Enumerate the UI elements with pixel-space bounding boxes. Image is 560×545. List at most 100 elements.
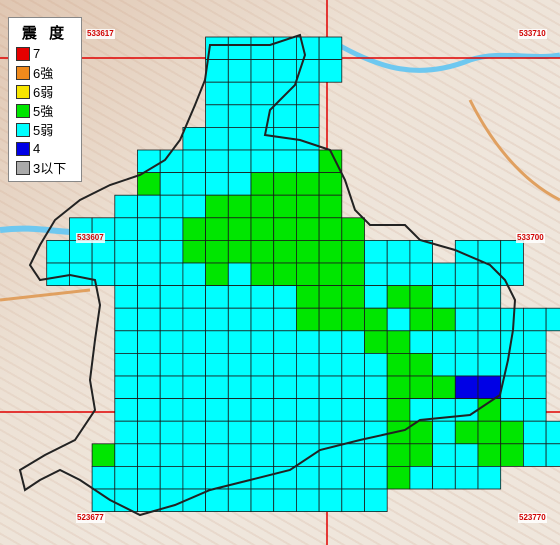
- grid-cell: [137, 217, 161, 241]
- grid-cell: [295, 172, 320, 196]
- grid-cell: [273, 443, 297, 467]
- grid-cell: [318, 352, 343, 377]
- grid-cell: [341, 285, 365, 309]
- grid-cell: [432, 352, 456, 377]
- grid-cell: [523, 375, 547, 400]
- grid-cell: [91, 443, 116, 467]
- grid-cell: [227, 149, 252, 174]
- grid-cell: [273, 59, 297, 83]
- grid-cell: [159, 465, 184, 490]
- grid-cell: [386, 465, 411, 490]
- grid-cell: [295, 375, 320, 400]
- grid-cell: [227, 375, 252, 400]
- grid-cell: [250, 398, 275, 422]
- grid-cell: [432, 307, 456, 332]
- grid-cell: [454, 330, 479, 354]
- grid-cell: [159, 285, 184, 309]
- grid-cell: [477, 330, 502, 354]
- grid-cell: [273, 262, 297, 287]
- grid-cell: [273, 172, 297, 196]
- grid-cell: [409, 398, 433, 422]
- grid-cell: [182, 465, 206, 490]
- grid-cell: [182, 285, 206, 309]
- grid-cell: [205, 375, 229, 400]
- grid-cell: [477, 262, 502, 287]
- grid-cell: [273, 488, 297, 513]
- grid-cell: [432, 285, 456, 309]
- grid-cell: [250, 217, 275, 241]
- grid-cell: [295, 330, 320, 354]
- grid-cell: [386, 375, 411, 400]
- grid-cell: [182, 262, 206, 287]
- grid-cell: [159, 262, 184, 287]
- grid-cell: [159, 420, 184, 445]
- grid-cell: [205, 217, 229, 241]
- grid-cell: [341, 262, 365, 287]
- grid-cell: [454, 398, 479, 422]
- legend-swatch: [16, 141, 30, 156]
- grid-cell: [295, 285, 320, 309]
- grid-cell: [295, 307, 320, 332]
- grid-cell: [114, 307, 138, 332]
- grid-cell: [205, 194, 229, 219]
- legend-label: 7: [33, 46, 41, 61]
- grid-cell: [364, 465, 388, 490]
- grid-cell: [295, 127, 320, 151]
- grid-cell: [341, 239, 365, 264]
- legend-item: 5弱: [9, 120, 81, 139]
- grid-cell: [454, 465, 479, 490]
- grid-cell: [137, 352, 161, 377]
- grid-cell: [273, 217, 297, 241]
- grid-cell: [318, 285, 343, 309]
- grid-cell: [432, 420, 456, 445]
- grid-cell: [341, 307, 365, 332]
- grid-cell: [159, 330, 184, 354]
- grid-cell: [364, 488, 388, 513]
- grid-cell: [91, 239, 116, 264]
- grid-cell: [432, 375, 456, 400]
- grid-cell: [364, 262, 388, 287]
- grid-cell: [137, 420, 161, 445]
- legend-title: 震 度: [21, 25, 69, 42]
- legend-label: 4: [33, 141, 41, 156]
- grid-cell: [205, 443, 229, 467]
- grid-cell: [364, 285, 388, 309]
- grid-cell: [318, 239, 343, 264]
- grid-cell: [318, 465, 343, 490]
- grid-cell: [386, 398, 411, 422]
- grid-cell: [182, 443, 206, 467]
- grid-cell: [477, 307, 502, 332]
- grid-cell: [227, 194, 252, 219]
- grid-cell: [500, 262, 524, 287]
- grid-cell: [477, 443, 502, 467]
- legend-item: 5強: [9, 101, 81, 120]
- grid-cell: [500, 307, 524, 332]
- grid-cell: [318, 375, 343, 400]
- grid-cell: [182, 330, 206, 354]
- grid-cell: [477, 420, 502, 445]
- legend-swatch: [16, 84, 30, 99]
- grid-cell: [273, 239, 297, 264]
- grid-cell: [341, 217, 365, 241]
- grid-cell: [91, 465, 116, 490]
- grid-cell: [523, 352, 547, 377]
- river: [328, 37, 560, 73]
- grid-cell: [500, 239, 524, 264]
- legend-swatch: [16, 103, 30, 118]
- grid-cell: [137, 194, 161, 219]
- grid-cell: [182, 127, 206, 151]
- grid-cell: [137, 488, 161, 513]
- grid-cell: [137, 398, 161, 422]
- grid-cell: [273, 104, 297, 128]
- grid-cell: [454, 285, 479, 309]
- grid-cell: [114, 262, 138, 287]
- grid-cell: [227, 239, 252, 264]
- grid-cell: [250, 149, 275, 174]
- grid-cell: [250, 36, 275, 61]
- grid-cell: [273, 194, 297, 219]
- grid-cell: [295, 217, 320, 241]
- grid-cell: [477, 465, 502, 490]
- grid-cell: [432, 262, 456, 287]
- grid-cell: [364, 307, 388, 332]
- grid-cell: [318, 36, 343, 61]
